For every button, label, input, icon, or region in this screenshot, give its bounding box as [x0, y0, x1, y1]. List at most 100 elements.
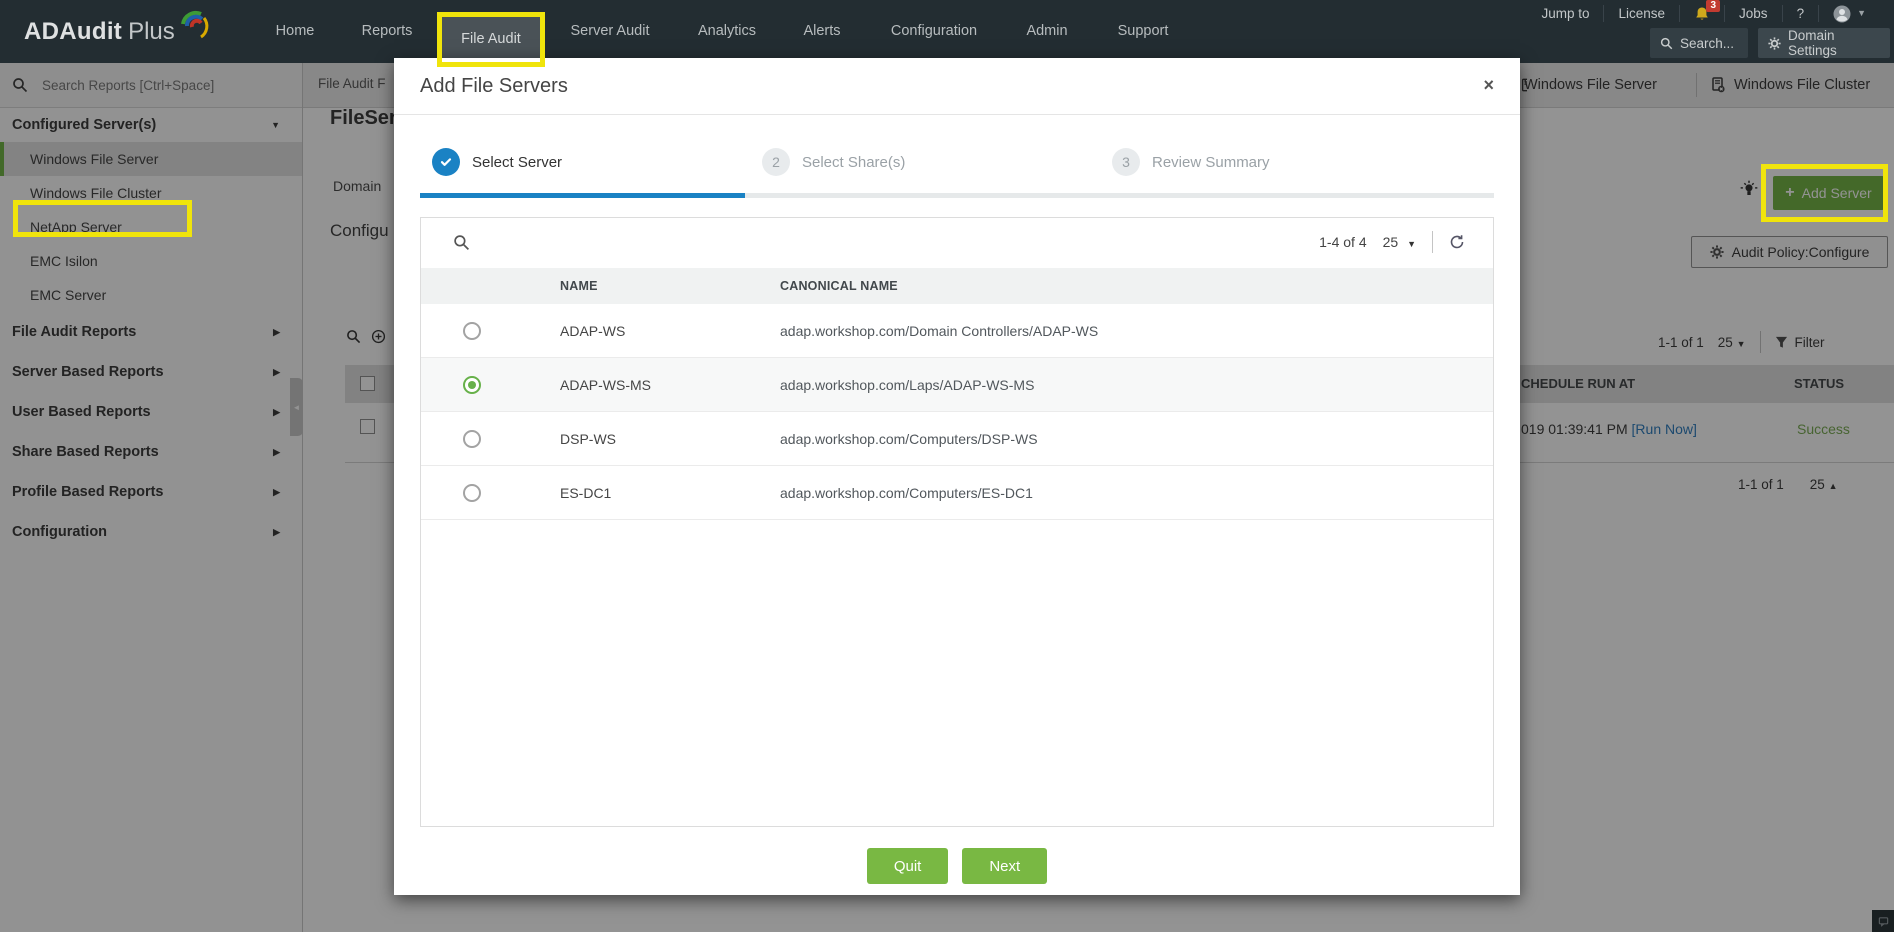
search-icon[interactable]: [453, 234, 470, 251]
tab-windows-file-server[interactable]: Windows File Server: [1524, 63, 1657, 107]
app-logo[interactable]: ADAudit Plus: [24, 0, 211, 63]
modal-buttons: Quit Next: [394, 848, 1520, 884]
next-button[interactable]: Next: [962, 848, 1047, 884]
nav-configuration[interactable]: Configuration: [891, 0, 977, 63]
sidebar-item-netapp-server[interactable]: NetApp Server: [0, 210, 302, 244]
refresh-icon[interactable]: [1449, 234, 1465, 250]
column-status: STATUS: [1794, 376, 1844, 391]
bulb-icon[interactable]: [1739, 179, 1759, 199]
sidebar-item-windows-file-cluster[interactable]: Windows File Cluster: [0, 176, 302, 210]
server-table-header: NAME CANONICAL NAME: [421, 268, 1493, 304]
sidebar-item-windows-file-server[interactable]: Windows File Server: [0, 142, 302, 176]
column-schedule-run-at: CHEDULE RUN AT: [1521, 376, 1635, 391]
radio-button-selected[interactable]: [463, 376, 481, 394]
nav-file-audit[interactable]: File Audit: [442, 17, 540, 62]
server-name: ES-DC1: [560, 485, 780, 501]
nav-support[interactable]: Support: [1118, 0, 1169, 63]
select-all-checkbox[interactable]: [360, 376, 375, 391]
step-select-server[interactable]: Select Server: [432, 148, 562, 176]
add-server-label: Add Server: [1802, 185, 1872, 201]
jobs-link[interactable]: Jobs: [1724, 5, 1782, 22]
tab-windows-file-cluster[interactable]: Windows File Cluster: [1710, 63, 1870, 107]
search-icon[interactable]: [346, 329, 361, 344]
add-circle-icon[interactable]: [371, 329, 386, 344]
nav-alerts[interactable]: Alerts: [803, 0, 840, 63]
section-label: Share Based Reports: [12, 444, 159, 460]
filter-button[interactable]: Filter: [1775, 335, 1825, 350]
account-menu[interactable]: ▼: [1818, 5, 1880, 22]
configured-servers-header[interactable]: Configured Server(s) ▼: [0, 108, 302, 142]
nav-server-audit[interactable]: Server Audit: [571, 0, 650, 63]
audit-policy-configure-button[interactable]: Audit Policy:Configure: [1691, 236, 1888, 268]
configured-servers-label: Configured Server(s): [12, 117, 156, 133]
global-search-label: Search...: [1680, 36, 1734, 51]
report-search-input[interactable]: [40, 77, 274, 94]
step-label: Select Server: [472, 154, 562, 171]
jump-to-link[interactable]: Jump to: [1527, 5, 1603, 22]
domain-settings-button[interactable]: Domain Settings: [1758, 28, 1890, 58]
modal-header: Add File Servers ×: [394, 58, 1520, 115]
radio-button[interactable]: [463, 484, 481, 502]
server-list-pagination: 1-4 of 4 25 ▼: [1319, 231, 1465, 253]
server-row-adap-ws-ms[interactable]: ADAP-WS-MS adap.workshop.com/Laps/ADAP-W…: [421, 358, 1493, 412]
sidebar-section-file-audit-reports[interactable]: File Audit Reports ▶: [0, 312, 302, 352]
notifications-button[interactable]: 3: [1679, 5, 1724, 22]
utility-row: Jump to License 3 Jobs ?: [1527, 0, 1880, 27]
server-canonical-name: adap.workshop.com/Computers/DSP-WS: [780, 431, 1493, 447]
server-list-toolbar: 1-4 of 4 25 ▼: [421, 218, 1493, 268]
gear-icon: [1768, 37, 1781, 50]
caret-right-icon: ▶: [273, 367, 280, 378]
plus-icon: +: [1785, 184, 1794, 202]
step-select-shares[interactable]: 2 Select Share(s): [762, 148, 905, 176]
divider: [1432, 231, 1433, 253]
nav-analytics[interactable]: Analytics: [698, 0, 756, 63]
section-label: File Audit Reports: [12, 324, 136, 340]
quit-button[interactable]: Quit: [867, 848, 949, 884]
nav-reports[interactable]: Reports: [362, 0, 413, 63]
status-badge: Success: [1797, 421, 1850, 437]
caret-down-icon: ▼: [271, 120, 280, 130]
sidebar-item-emc-server[interactable]: EMC Server: [0, 278, 302, 312]
server-row-es-dc1[interactable]: ES-DC1 adap.workshop.com/Computers/ES-DC…: [421, 466, 1493, 520]
page-size-dropdown[interactable]: 25 ▼: [1718, 335, 1746, 350]
top-navigation-bar: ADAudit Plus Home Reports File Audit Ser…: [0, 0, 1894, 63]
sidebar-item-emc-isilon[interactable]: EMC Isilon: [0, 244, 302, 278]
step-label: Review Summary: [1152, 154, 1270, 171]
radio-button[interactable]: [463, 322, 481, 340]
sidebar-section-configuration[interactable]: Configuration ▶: [0, 512, 302, 552]
pagination-range: 1-4 of 4: [1319, 234, 1366, 250]
sidebar: Configured Server(s) ▼ Windows File Serv…: [0, 63, 303, 932]
radio-button[interactable]: [463, 430, 481, 448]
sidebar-section-server-based-reports[interactable]: Server Based Reports ▶: [0, 352, 302, 392]
run-now-link[interactable]: [Run Now]: [1632, 421, 1697, 437]
user-avatar-icon: [1833, 5, 1851, 23]
caret-down-icon: ▼: [1407, 239, 1416, 249]
step-review-summary[interactable]: 3 Review Summary: [1112, 148, 1270, 176]
table-toolbar-icons: [346, 329, 386, 344]
nav-admin[interactable]: Admin: [1026, 0, 1067, 63]
logo-text-bold: ADAudit: [24, 18, 122, 46]
page-size-dropdown[interactable]: 25 ▼: [1383, 234, 1416, 250]
row-checkbox[interactable]: [360, 419, 375, 434]
modal-title: Add File Servers: [420, 58, 568, 114]
help-button[interactable]: ?: [1782, 5, 1819, 22]
license-link[interactable]: License: [1603, 5, 1679, 22]
global-search-button[interactable]: Search...: [1650, 28, 1748, 58]
add-server-button[interactable]: + Add Server: [1773, 176, 1884, 210]
sidebar-section-profile-based-reports[interactable]: Profile Based Reports ▶: [0, 472, 302, 512]
nav-home[interactable]: Home: [276, 0, 315, 63]
server-row-dsp-ws[interactable]: DSP-WS adap.workshop.com/Computers/DSP-W…: [421, 412, 1493, 466]
sidebar-section-share-based-reports[interactable]: Share Based Reports ▶: [0, 432, 302, 472]
server-row-adap-ws[interactable]: ADAP-WS adap.workshop.com/Domain Control…: [421, 304, 1493, 358]
column-name: NAME: [560, 279, 780, 293]
tab-divider: [1696, 73, 1697, 97]
page-size-value: 25: [1718, 335, 1733, 350]
page-size-dropdown[interactable]: 25 ▲: [1810, 477, 1838, 492]
close-icon[interactable]: ×: [1483, 75, 1494, 96]
sidebar-section-user-based-reports[interactable]: User Based Reports ▶: [0, 392, 302, 432]
section-label: Profile Based Reports: [12, 484, 164, 500]
chat-widget-button[interactable]: [1872, 910, 1894, 932]
breadcrumb: File Audit F: [318, 76, 386, 91]
sidebar-collapse-handle[interactable]: ◄: [290, 378, 303, 436]
step-number: 3: [1112, 148, 1140, 176]
